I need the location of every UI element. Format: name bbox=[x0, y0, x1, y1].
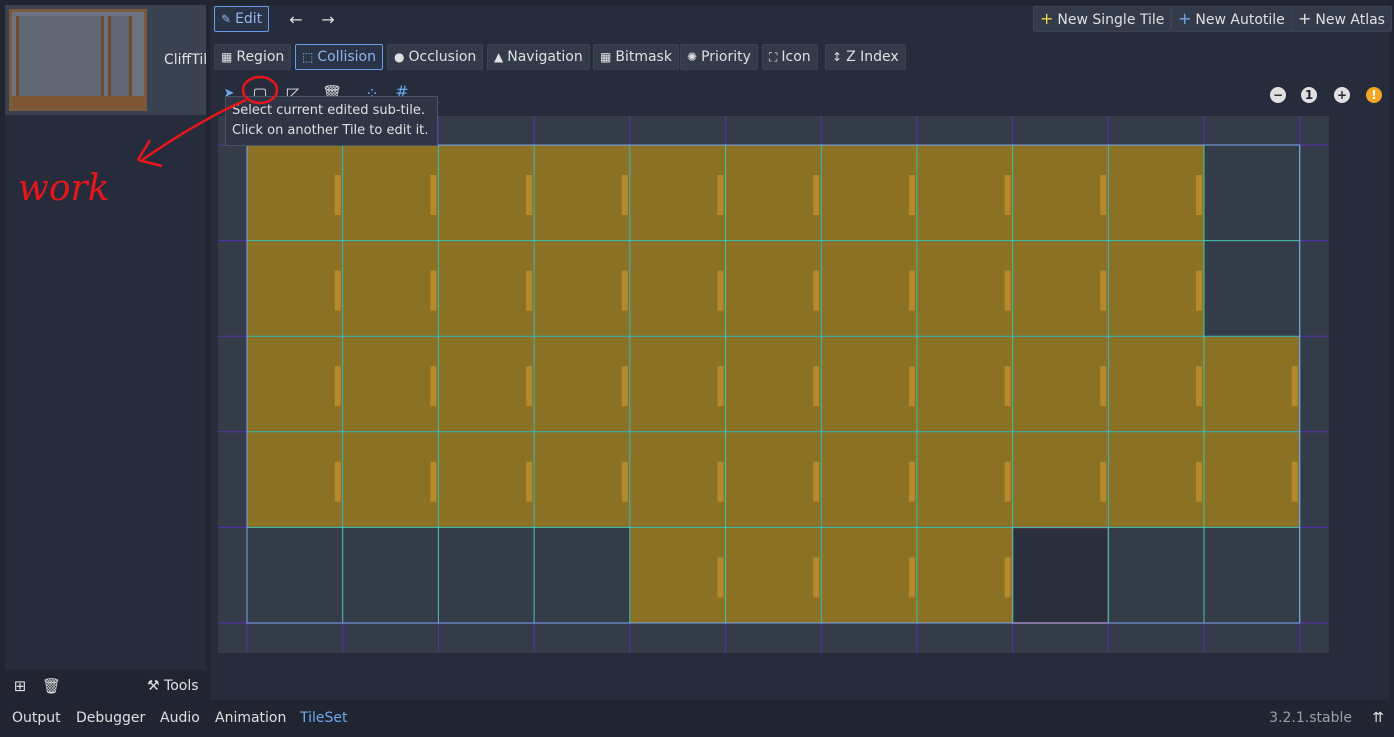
tab-audio[interactable]: Audio bbox=[160, 710, 200, 726]
bottom-panel-tabs: Output Debugger Audio Animation TileSet … bbox=[0, 705, 1394, 737]
tab-animation[interactable]: Animation bbox=[215, 710, 286, 726]
tab-tileset[interactable]: TileSet bbox=[300, 710, 348, 726]
annotation-text: work bbox=[18, 168, 110, 209]
tab-output[interactable]: Output bbox=[12, 710, 61, 726]
tab-debugger[interactable]: Debugger bbox=[76, 710, 145, 726]
annotation-arrow-head bbox=[136, 139, 163, 168]
pin-icon[interactable]: ⇈ bbox=[1372, 710, 1384, 726]
annotation-overlay: work bbox=[18, 75, 279, 209]
annotation-arrow-line bbox=[141, 98, 247, 162]
annotation-circle bbox=[241, 75, 279, 105]
version-label: 3.2.1.stable bbox=[1269, 710, 1352, 726]
